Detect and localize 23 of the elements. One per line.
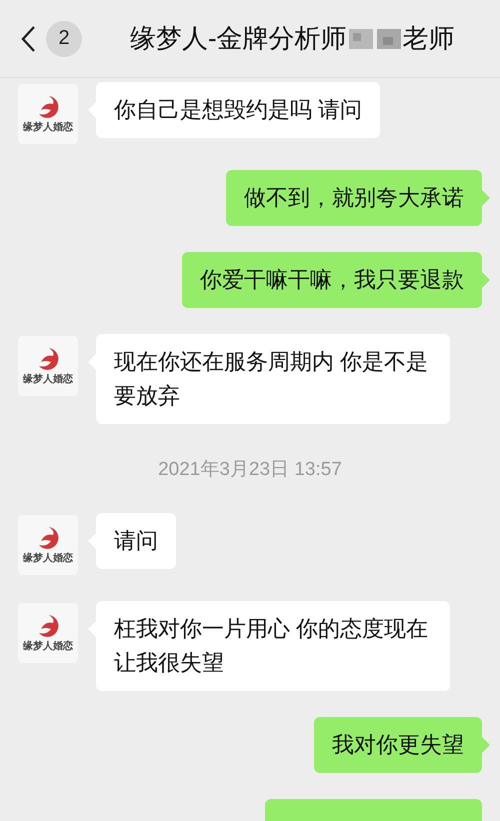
contact-avatar[interactable]: 缘梦人婚恋 xyxy=(18,84,78,144)
chat-title-suffix: 老师 xyxy=(402,22,455,55)
contact-avatar[interactable]: 缘梦人婚恋 xyxy=(18,336,78,396)
message-bubble: 做不到，就别夸大承诺 xyxy=(226,170,482,226)
message-bubble: 枉我对你一片用心 你的态度现在让我很失望 xyxy=(96,601,450,691)
avatar-logo-text: 缘梦人婚恋 xyxy=(23,639,73,653)
unread-count: 2 xyxy=(46,20,82,56)
message-bubble: 请问 xyxy=(96,513,176,569)
chat-title: 缘梦人-金牌分析师 xyxy=(130,22,347,55)
back-icon[interactable] xyxy=(20,24,36,52)
message-bubble: 我对你更失望 xyxy=(314,717,482,773)
message-bubble: 你自己是想毁约是吗 请问 xyxy=(96,82,380,138)
avatar-logo-text: 缘梦人婚恋 xyxy=(23,120,73,134)
timestamp: 2021年3月23日 13:57 xyxy=(158,458,342,482)
bubble-tail xyxy=(482,190,490,206)
avatar-logo-text: 缘梦人婚恋 xyxy=(23,551,73,565)
contact-avatar[interactable]: 缘梦人婚恋 xyxy=(18,603,78,663)
avatar-logo-text: 缘梦人婚恋 xyxy=(23,372,73,386)
bubble-tail xyxy=(482,272,490,288)
contact-avatar[interactable]: 缘梦人婚恋 xyxy=(18,515,78,575)
message-bubble: 现在你还在服务周期内 你是不是要放弃 xyxy=(96,334,450,424)
bubble-tail xyxy=(482,737,490,753)
message-bubble: 你爱干嘛干嘛，我只要退款 xyxy=(182,252,482,308)
